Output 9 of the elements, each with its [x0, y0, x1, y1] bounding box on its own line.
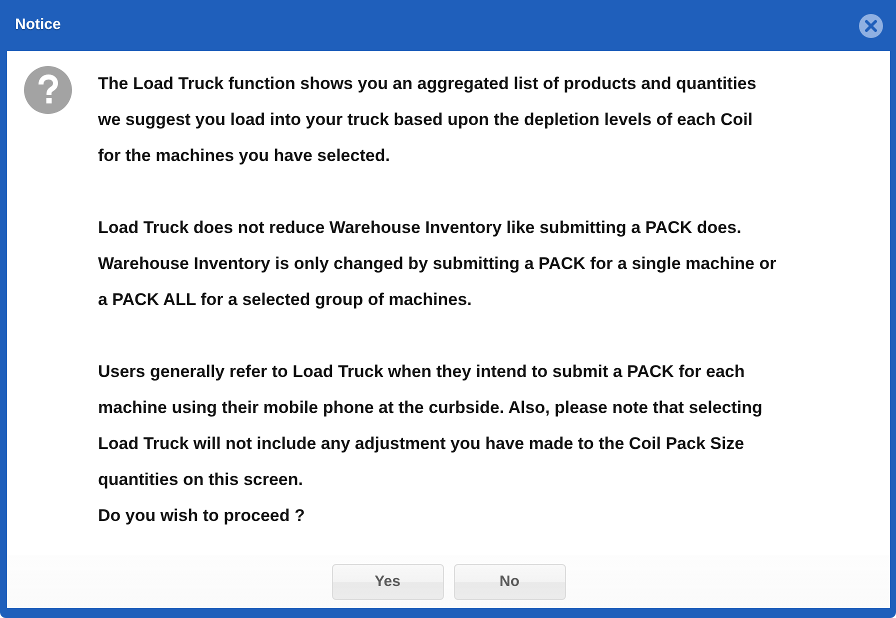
- close-icon[interactable]: [859, 14, 883, 38]
- message-paragraph: The Load Truck function shows you an aggregated list of products and quantities we suggest you load into your truck based upon the depletion levels of each Coil for the machines you have selected.: [98, 73, 758, 167]
- message-paragraph: Users generally refer to Load Truck when they intend to submit a PACK for each machine using their mobile phone at the curbside. Also, please note that selecting Load Truck will not include any adjustment you have made to the Coil Pack Size quantities on this screen.: [98, 361, 764, 491]
- question-icon: [24, 66, 72, 114]
- dialog-title: Notice: [15, 15, 61, 36]
- question-text: Do you wish to proceed ?: [98, 505, 306, 527]
- dialog-button[interactable]: Yes: [332, 564, 444, 600]
- message-paragraph: Load Truck does not reduce Warehouse Inventory like submitting a PACK does. Warehouse Inventory is only changed by submitting a PACK for a single machine or a PACK ALL for a selected group of machines.: [98, 217, 776, 311]
- dialog-button[interactable]: No: [454, 564, 566, 600]
